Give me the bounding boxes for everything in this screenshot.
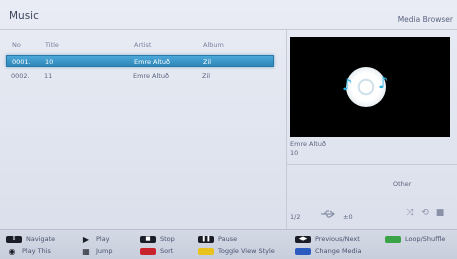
left-right-key-icon: ◀▶ [295, 235, 311, 243]
row-album: Zil [202, 72, 211, 80]
music-note-icon: ♪ [378, 73, 389, 92]
hint-prev-next: ◀▶ Previous/Next [295, 235, 360, 243]
column-header-artist: Artist [134, 41, 152, 49]
album-art-preview: ♪ ♪ [290, 37, 450, 137]
hint-sort: Sort [140, 247, 173, 255]
volume-indicator: ±0 [343, 213, 353, 221]
hint-pause: ❚❚ Pause [198, 235, 237, 243]
hint-loop-shuffle: Loop/Shuffle [385, 235, 445, 243]
hint-label: Change Media [315, 247, 362, 255]
blue-key-icon [295, 247, 311, 255]
numeric-keys-icon: ▦ [82, 246, 90, 256]
row-title: 10 [45, 58, 54, 66]
row-title: 11 [44, 72, 53, 80]
mode-label: Media Browser [397, 15, 453, 24]
hint-navigate: ⇕ Navigate [6, 235, 55, 243]
column-header-album: Album [203, 41, 224, 49]
header-bar: Music Media Browser [0, 0, 457, 30]
navigate-key-icon: ⇕ [6, 235, 22, 243]
page-title: Music [9, 10, 39, 22]
music-note-icon: ♪ [342, 75, 353, 94]
info-title: 10 [290, 149, 299, 157]
loop-icon: ⟲ [421, 208, 429, 218]
hint-change-media: Change Media [295, 247, 361, 255]
hint-stop: ■ Stop [140, 235, 175, 243]
pause-icon: ❚❚ [198, 235, 214, 243]
hint-jump: ▦ Jump [80, 246, 113, 256]
horizontal-divider [287, 164, 457, 165]
column-header-no: No [12, 41, 21, 49]
page-indicator: 1/2 [290, 213, 301, 221]
hint-label: Pause [218, 235, 238, 243]
row-artist: Emre Altuð [133, 72, 169, 80]
hint-label: Play This [22, 247, 51, 255]
stop-square-icon: ■ [435, 208, 445, 218]
info-artist: Emre Altuð [290, 140, 326, 148]
green-key-icon [385, 235, 401, 243]
hint-label: Toggle View Style [218, 247, 275, 255]
ok-key-icon: ◉ [8, 246, 16, 256]
hint-play-this: ◉ Play This [6, 247, 51, 255]
column-header-title: Title [45, 41, 59, 49]
stop-icon: ■ [140, 235, 156, 243]
play-icon: ▶ [82, 234, 90, 244]
shuffle-icon: ⤨ [406, 208, 414, 218]
track-list: No Title Artist Album 0001. 10 Emre Altu… [0, 30, 286, 208]
usb-icon [321, 210, 335, 218]
table-row-selected[interactable]: 0001. 10 Emre Altuð Zil [6, 55, 274, 67]
yellow-key-icon [198, 247, 214, 255]
row-album: Zil [203, 58, 212, 66]
row-artist: Emre Altuð [134, 58, 170, 66]
hint-label: Sort [160, 247, 174, 255]
red-key-icon [140, 247, 156, 255]
row-number: 0001. [12, 58, 31, 66]
footer-help-bar: ⇕ Navigate ◉ Play This ▶ Play ▦ Jump ■ S… [0, 229, 457, 259]
table-row[interactable]: 0002. 11 Emre Altuð Zil [6, 70, 274, 82]
hint-toggle-view: Toggle View Style [198, 247, 275, 255]
hint-label: Stop [160, 235, 175, 243]
other-label: Other [393, 180, 412, 188]
hint-label: Navigate [26, 235, 56, 243]
hint-label: Jump [96, 247, 113, 255]
playback-status-icons: ⤨ ⟲ ■ [404, 208, 446, 220]
hint-label: Previous/Next [315, 235, 360, 243]
vertical-divider [286, 30, 287, 229]
hint-label: Loop/Shuffle [405, 235, 446, 243]
row-number: 0002. [11, 72, 30, 80]
hint-label: Play [96, 235, 110, 243]
hint-play: ▶ Play [80, 235, 110, 243]
